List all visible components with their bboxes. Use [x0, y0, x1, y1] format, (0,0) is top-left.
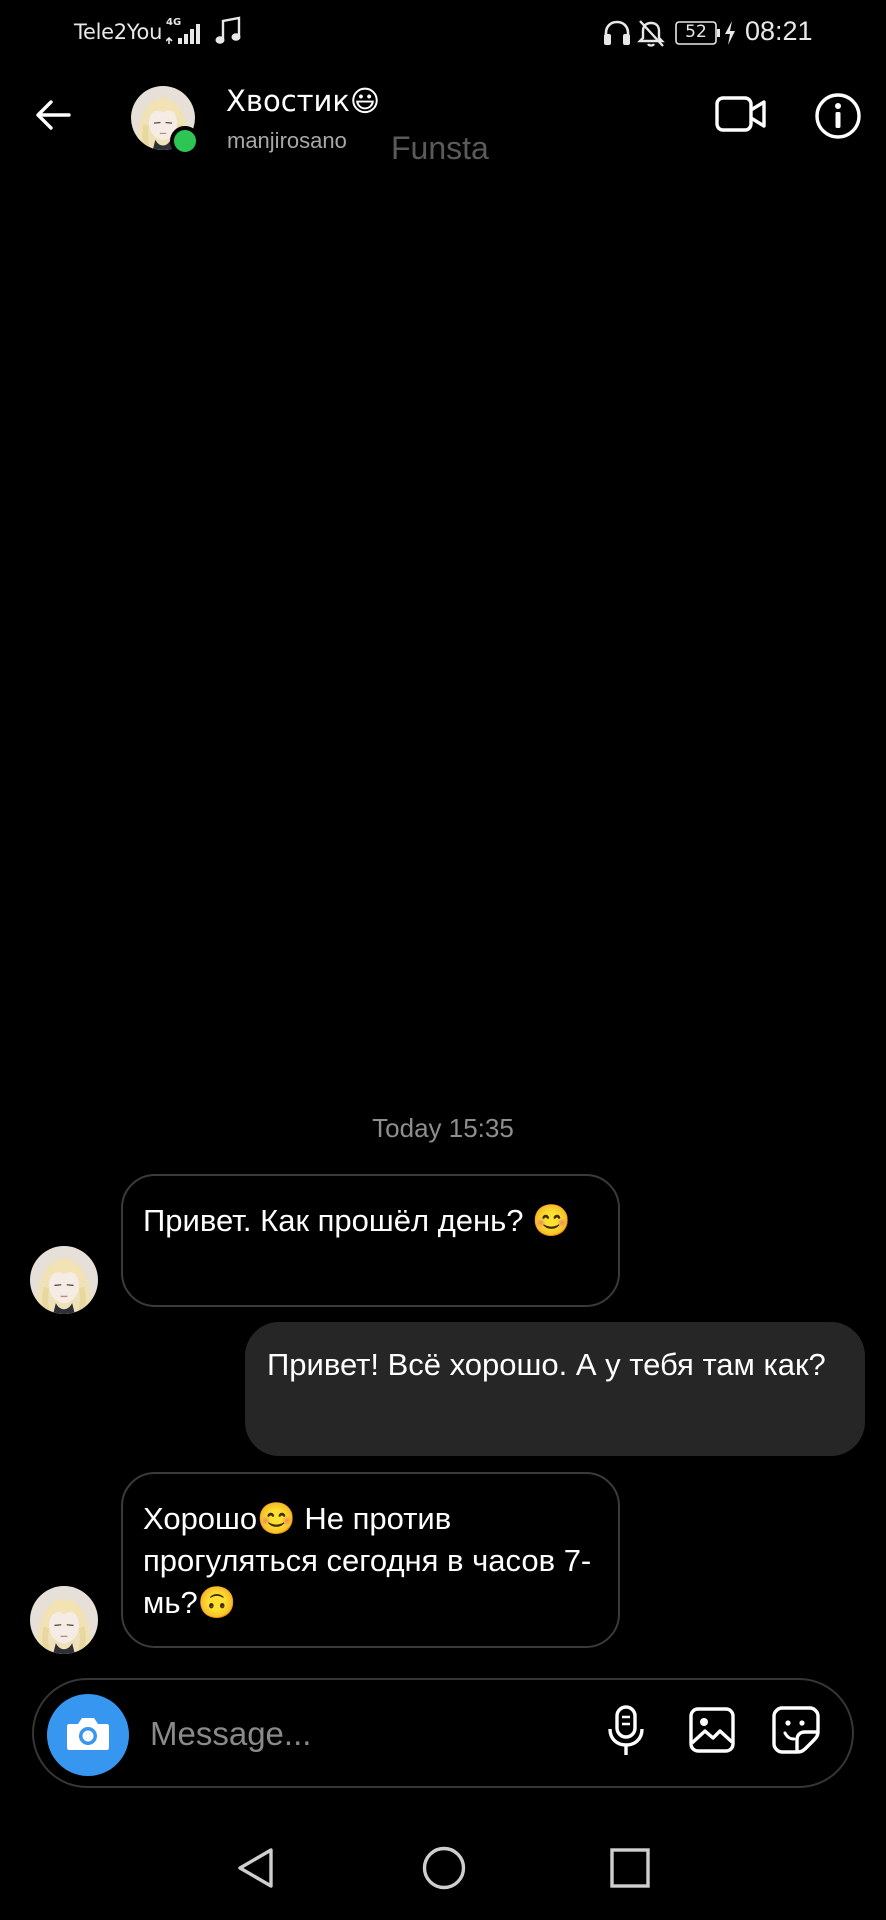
headphones-icon — [603, 20, 631, 50]
incoming-message[interactable]: Хорошо😊 Не против прогуляться сегодня в … — [121, 1472, 620, 1648]
battery-level: 52 — [685, 22, 707, 42]
charging-icon — [723, 20, 737, 50]
funsta-watermark: Funsta — [391, 130, 489, 166]
gallery-icon — [689, 1707, 735, 1757]
clock: 08:21 — [745, 16, 813, 46]
sticker-button[interactable] — [770, 1706, 822, 1758]
incoming-message[interactable]: Привет. Как прошёл день? 😊 — [121, 1174, 620, 1307]
gallery-button[interactable] — [686, 1706, 738, 1758]
info-button[interactable] — [812, 92, 864, 144]
carrier-label: Tele2You — [74, 20, 163, 44]
video-call-icon — [715, 94, 767, 138]
message-input[interactable] — [150, 1708, 570, 1760]
nav-recents-button[interactable] — [604, 1844, 656, 1896]
nav-home-icon — [421, 1845, 467, 1895]
voice-message-button[interactable] — [603, 1705, 649, 1761]
online-status-dot — [170, 126, 200, 156]
sender-avatar[interactable] — [30, 1586, 98, 1654]
signal-icon — [165, 20, 208, 50]
microphone-icon — [606, 1705, 646, 1761]
video-call-button[interactable] — [714, 92, 768, 140]
nav-back-button[interactable] — [230, 1844, 282, 1896]
camera-icon — [65, 1714, 111, 1756]
status-bar: Tele2You 4G 52 08:21 — [0, 0, 886, 70]
info-icon — [814, 92, 862, 144]
camera-button[interactable] — [47, 1694, 129, 1776]
contact-name[interactable]: Хвостик😃 — [226, 84, 380, 118]
sender-avatar[interactable] — [30, 1246, 98, 1314]
arrow-left-icon — [35, 99, 71, 135]
sticker-icon — [772, 1706, 820, 1758]
back-button[interactable] — [28, 92, 78, 142]
bell-off-icon — [637, 18, 665, 52]
contact-username[interactable]: manjirosano — [227, 128, 347, 154]
music-note-icon — [215, 16, 243, 50]
nav-recents-icon — [609, 1847, 651, 1893]
nav-back-icon — [236, 1846, 276, 1894]
outgoing-message[interactable]: Привет! Всё хорошо. А у тебя там как? — [245, 1322, 865, 1456]
nav-home-button[interactable] — [418, 1844, 470, 1896]
conversation-timestamp: Today 15:35 — [372, 1113, 514, 1143]
